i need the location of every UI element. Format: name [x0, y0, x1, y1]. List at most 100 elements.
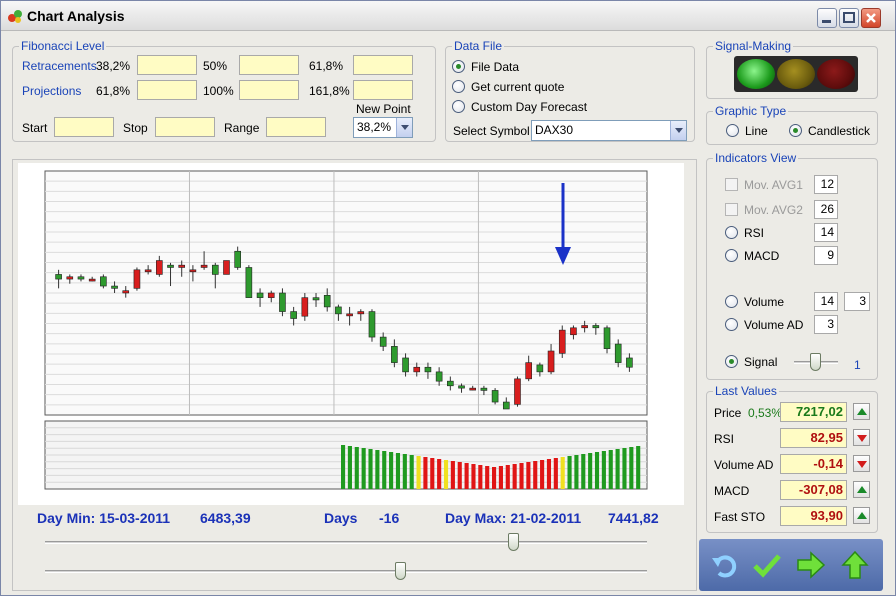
- stop-field[interactable]: [155, 117, 215, 137]
- range-slider-track-2[interactable]: [45, 570, 647, 573]
- close-button[interactable]: [861, 8, 881, 28]
- rsi-field[interactable]: 14: [814, 223, 838, 242]
- candlestick-chart[interactable]: [18, 163, 684, 505]
- undo-icon[interactable]: [709, 549, 741, 581]
- candle-body: [335, 306, 342, 315]
- mov-avg1-checkbox[interactable]: [725, 178, 738, 191]
- projection-field-1[interactable]: [137, 80, 197, 100]
- candle-body: [279, 292, 286, 312]
- candle-body: [469, 387, 477, 391]
- macd-last-label: MACD: [714, 484, 750, 498]
- mov-avg2-checkbox[interactable]: [725, 203, 738, 216]
- up-arrow-icon[interactable]: [839, 549, 871, 581]
- volume-bar: [512, 464, 517, 489]
- minimize-icon: [822, 20, 831, 23]
- range-field[interactable]: [266, 117, 326, 137]
- candle-body: [603, 327, 611, 349]
- forward-arrow-icon[interactable]: [795, 549, 827, 581]
- new-point-select[interactable]: 38,2%: [353, 117, 413, 138]
- range-slider-thumb-1[interactable]: [508, 533, 519, 551]
- new-point-label: New Point: [356, 102, 411, 116]
- rsi-trend-down-icon[interactable]: [853, 429, 870, 446]
- macd-label: MACD: [744, 249, 780, 263]
- file-data-radio[interactable]: [452, 60, 465, 73]
- volume-bar: [492, 467, 497, 489]
- retracement-field-2[interactable]: [239, 55, 299, 75]
- volume-ad-trend-down-icon[interactable]: [853, 455, 870, 472]
- fibonacci-level-group: Fibonacci Level Retracements 38,2% 50% 6…: [12, 39, 436, 142]
- signal-lamp-green: [737, 59, 775, 89]
- candle-body: [458, 385, 465, 389]
- retracement-field-1[interactable]: [137, 55, 197, 75]
- candle-body: [391, 346, 398, 363]
- volume-bar: [588, 453, 593, 489]
- candle-body: [592, 325, 600, 329]
- volume-bar: [464, 463, 469, 489]
- macd-radio[interactable]: [725, 249, 738, 262]
- check-icon[interactable]: [751, 549, 783, 581]
- start-field[interactable]: [54, 117, 114, 137]
- range-slider-track-1[interactable]: [45, 541, 647, 544]
- mov-avg2-field[interactable]: 26: [814, 200, 838, 219]
- line-radio[interactable]: [726, 124, 739, 137]
- retracement-level-1: 38,2%: [96, 59, 131, 73]
- volume-bar: [430, 458, 435, 489]
- candle-body: [301, 297, 309, 317]
- volume-field-2[interactable]: 3: [844, 292, 870, 311]
- candlestick-radio[interactable]: [789, 124, 802, 137]
- projection-field-3[interactable]: [353, 80, 413, 100]
- chevron-down-icon[interactable]: [670, 121, 686, 140]
- candle-body: [312, 297, 320, 301]
- retracement-level-3: 61,8%: [309, 59, 344, 73]
- candle-body: [447, 380, 454, 387]
- volume-bar: [423, 457, 428, 489]
- mov-avg1-label: Mov. AVG1: [744, 178, 803, 192]
- maximize-icon: [843, 12, 855, 23]
- chevron-down-icon[interactable]: [396, 118, 412, 137]
- chart-panel: Day Min: 15-03-2011 6483,39 Days -16 Day…: [12, 159, 697, 591]
- price-trend-up-icon[interactable]: [853, 403, 870, 420]
- mov-avg2-label: Mov. AVG2: [744, 203, 803, 217]
- last-values-title: Last Values: [713, 384, 779, 398]
- macd-field[interactable]: 9: [814, 246, 838, 265]
- projections-link[interactable]: Projections: [22, 84, 81, 98]
- volume-ad-field[interactable]: 3: [814, 315, 838, 334]
- fast-sto-value: 93,90: [780, 506, 847, 526]
- volume-field-1[interactable]: 14: [814, 292, 838, 311]
- candle-body: [111, 285, 118, 289]
- volume-bar: [622, 448, 627, 489]
- custom-day-forecast-radio[interactable]: [452, 100, 465, 113]
- volume-radio[interactable]: [725, 295, 738, 308]
- projection-level-1: 61,8%: [96, 84, 131, 98]
- candle-body: [100, 276, 107, 287]
- maximize-button[interactable]: [839, 8, 859, 28]
- signal-radio[interactable]: [725, 355, 738, 368]
- rsi-radio[interactable]: [725, 226, 738, 239]
- retracements-link[interactable]: Retracements: [22, 59, 97, 73]
- volume-bar: [574, 455, 579, 489]
- range-slider-thumb-2[interactable]: [395, 562, 406, 580]
- volume-bar: [505, 465, 510, 489]
- candle-body: [626, 357, 633, 368]
- volume-bar: [471, 464, 476, 489]
- volume-ad-radio[interactable]: [725, 318, 738, 331]
- candle-body: [290, 311, 297, 319]
- minimize-button[interactable]: [817, 8, 837, 28]
- title-bar[interactable]: Chart Analysis: [1, 1, 895, 31]
- signal-slider-thumb[interactable]: [810, 353, 821, 371]
- fast-sto-trend-up-icon[interactable]: [853, 507, 870, 524]
- get-current-quote-radio[interactable]: [452, 80, 465, 93]
- volume-bar: [533, 461, 538, 489]
- volume-bar: [375, 450, 380, 489]
- mov-avg1-field[interactable]: 12: [814, 175, 838, 194]
- macd-trend-up-icon[interactable]: [853, 481, 870, 498]
- projection-field-2[interactable]: [239, 80, 299, 100]
- retracement-field-3[interactable]: [353, 55, 413, 75]
- symbol-select[interactable]: DAX30: [531, 120, 687, 141]
- chart-area[interactable]: [18, 163, 684, 505]
- indicators-view-group: Indicators View Mov. AVG1 12 Mov. AVG2 2…: [706, 151, 878, 380]
- graphic-type-group: Graphic Type Line Candlestick: [706, 104, 878, 145]
- data-file-group: Data File File Data Get current quote Cu…: [445, 39, 695, 142]
- chart-analysis-window: Chart Analysis Fibonacci Level Retraceme…: [0, 0, 896, 596]
- candle-body: [514, 378, 521, 405]
